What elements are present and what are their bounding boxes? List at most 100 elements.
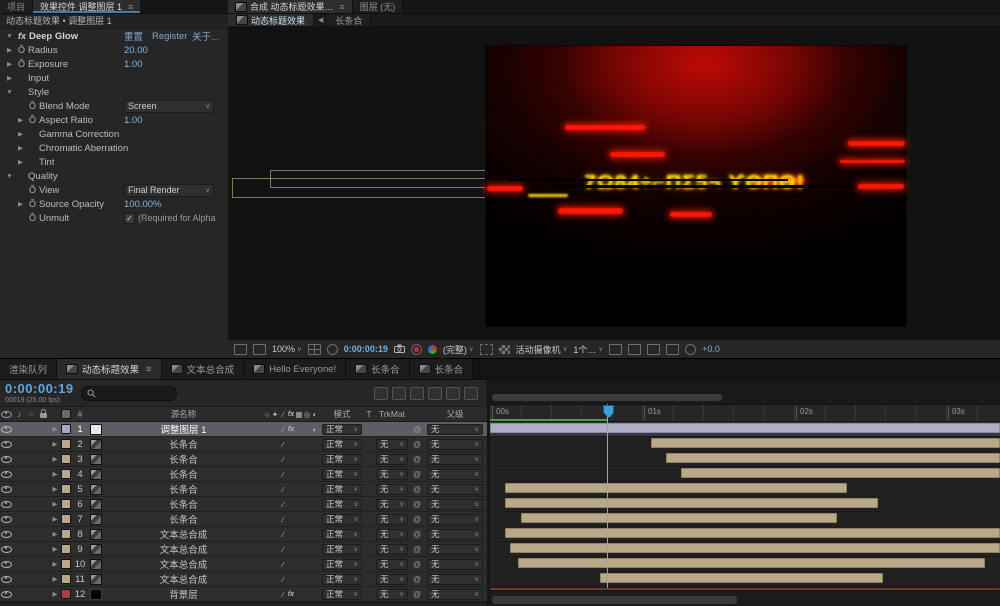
eye-icon[interactable] bbox=[1, 575, 12, 583]
lock-toggle[interactable] bbox=[37, 557, 50, 571]
label-color-swatch[interactable] bbox=[61, 484, 71, 494]
lock-toggle[interactable] bbox=[37, 422, 50, 436]
lock-toggle[interactable] bbox=[37, 452, 50, 466]
stopwatch-icon[interactable]: Ŏ bbox=[15, 45, 28, 55]
lock-toggle[interactable] bbox=[37, 587, 50, 601]
eye-icon[interactable] bbox=[1, 500, 12, 508]
layer-row[interactable]: ▶ 8 文本总合成 ∕ 正常 ∨ 无 ∨ @ 无 ∨ bbox=[0, 527, 487, 542]
layer-twirl-icon[interactable]: ▶ bbox=[50, 437, 60, 451]
layer-bar[interactable] bbox=[650, 438, 1000, 448]
solo-toggle[interactable] bbox=[25, 542, 37, 556]
visibility-cell[interactable] bbox=[0, 497, 13, 511]
timeline-tab-2[interactable]: 文本总合成 bbox=[161, 359, 245, 379]
layer-bar[interactable] bbox=[505, 528, 1000, 538]
layer-row[interactable]: ▶ 7 长条合 ∕ 正常 ∨ 无 ∨ @ 无 ∨ bbox=[0, 512, 487, 527]
layer-row[interactable]: ▶ 10 文本总合成 ∕ 正常 ∨ 无 ∨ @ 无 ∨ bbox=[0, 557, 487, 572]
label-color-swatch[interactable] bbox=[61, 469, 71, 479]
eye-icon[interactable] bbox=[1, 485, 12, 493]
audio-toggle[interactable] bbox=[13, 497, 25, 511]
layer-track[interactable] bbox=[490, 572, 1000, 587]
label-color-cell[interactable] bbox=[60, 497, 72, 511]
tab-effect-controls[interactable]: 效果控件 调整图层 1 ≡ bbox=[33, 0, 142, 13]
trkmat-dropdown[interactable]: 无 ∨ bbox=[376, 558, 408, 570]
layer-name[interactable]: 文本总合成 bbox=[104, 557, 263, 571]
label-color-swatch[interactable] bbox=[61, 514, 71, 524]
label-color-cell[interactable] bbox=[60, 452, 72, 466]
label-color-swatch[interactable] bbox=[61, 544, 71, 554]
mode-dropdown[interactable]: 正常 ∨ bbox=[322, 588, 362, 600]
preserve-transparency-cell[interactable] bbox=[365, 572, 373, 586]
timeline-tab-0[interactable]: 渲染队列 bbox=[0, 359, 58, 379]
mode-dropdown[interactable]: 正常 ∨ bbox=[322, 498, 362, 510]
solo-toggle[interactable] bbox=[25, 437, 37, 451]
pickwhip-icon[interactable]: @ bbox=[411, 497, 423, 511]
layer-name[interactable]: 长条合 bbox=[104, 482, 263, 496]
layer-name[interactable]: 长条合 bbox=[104, 467, 263, 481]
quality-toggle[interactable]: ∕ bbox=[279, 575, 287, 584]
eye-icon[interactable] bbox=[1, 545, 12, 553]
preserve-transparency-cell[interactable] bbox=[365, 422, 373, 436]
lock-toggle[interactable] bbox=[37, 572, 50, 586]
parent-dropdown[interactable]: 无 ∨ bbox=[427, 453, 483, 465]
layer-name[interactable]: 背景层 bbox=[104, 587, 263, 601]
solo-toggle[interactable] bbox=[25, 557, 37, 571]
layer-track[interactable] bbox=[490, 512, 1000, 527]
layer-track-area[interactable] bbox=[490, 422, 1000, 602]
eye-icon[interactable] bbox=[1, 470, 12, 478]
trkmat-dropdown[interactable]: 无 ∨ bbox=[376, 438, 408, 450]
scroll-thumb[interactable] bbox=[492, 394, 722, 401]
layer-name[interactable]: 文本总合成 bbox=[104, 542, 263, 556]
pickwhip-icon[interactable]: @ bbox=[411, 572, 423, 586]
pickwhip-icon[interactable]: @ bbox=[411, 452, 423, 466]
layer-name[interactable]: 长条合 bbox=[104, 497, 263, 511]
trkmat-dropdown[interactable]: 无 ∨ bbox=[376, 483, 408, 495]
label-color-swatch[interactable] bbox=[61, 439, 71, 449]
timeline-tab-3[interactable]: Hello Everyone! bbox=[244, 359, 347, 379]
pickwhip-icon[interactable]: @ bbox=[411, 422, 423, 436]
tab-project[interactable]: 项目 bbox=[0, 0, 34, 13]
reset-exposure-icon[interactable] bbox=[685, 343, 697, 355]
panel-menu-icon[interactable]: ≡ bbox=[146, 364, 152, 375]
parent-dropdown[interactable]: 无 ∨ bbox=[427, 543, 483, 555]
search-input[interactable] bbox=[98, 387, 171, 399]
pickwhip-icon[interactable]: @ bbox=[411, 557, 423, 571]
visibility-cell[interactable] bbox=[0, 482, 13, 496]
layer-row[interactable]: ▶ 9 文本总合成 ∕ 正常 ∨ 无 ∨ @ 无 ∨ bbox=[0, 542, 487, 557]
layer-twirl-icon[interactable]: ▶ bbox=[50, 452, 60, 466]
layer-bar[interactable] bbox=[681, 468, 1000, 478]
transparency-grid-icon[interactable] bbox=[498, 344, 510, 354]
twirl-icon[interactable]: ▶ bbox=[4, 46, 15, 54]
quality-toggle[interactable]: ∕ bbox=[279, 560, 287, 569]
effect-reset-link[interactable]: 重置 bbox=[124, 29, 143, 43]
twirl-icon[interactable]: ▶ bbox=[15, 130, 26, 138]
layer-row[interactable]: ▶ 4 长条合 ∕ 正常 ∨ 无 ∨ @ 无 ∨ bbox=[0, 467, 487, 482]
layer-bar[interactable] bbox=[505, 498, 878, 508]
column-source-name[interactable]: 源名称 bbox=[104, 407, 263, 421]
mode-dropdown[interactable]: 正常 ∨ bbox=[322, 483, 362, 495]
visibility-cell[interactable] bbox=[0, 452, 13, 466]
layer-name[interactable]: 文本总合成 bbox=[104, 527, 263, 541]
pickwhip-icon[interactable]: @ bbox=[411, 467, 423, 481]
lock-toggle[interactable] bbox=[37, 497, 50, 511]
adjustment-toggle[interactable]: ◐ bbox=[311, 425, 319, 434]
layer-bar[interactable] bbox=[599, 573, 883, 583]
layer-name[interactable]: 长条合 bbox=[104, 452, 263, 466]
audio-toggle[interactable] bbox=[13, 527, 25, 541]
layer-bar[interactable] bbox=[518, 558, 985, 568]
label-color-swatch[interactable] bbox=[61, 499, 71, 509]
quality-toggle[interactable]: ∕ bbox=[279, 470, 287, 479]
twirl-icon[interactable]: ▶ bbox=[4, 74, 15, 82]
preserve-transparency-cell[interactable] bbox=[365, 437, 373, 451]
quality-toggle[interactable]: ∕ bbox=[279, 500, 287, 509]
label-color-cell[interactable] bbox=[60, 587, 72, 601]
trkmat-dropdown[interactable]: 无 ∨ bbox=[376, 528, 408, 540]
mode-dropdown[interactable]: 正常 ∨ bbox=[322, 438, 362, 450]
preserve-transparency-cell[interactable] bbox=[365, 587, 373, 601]
hide-shy-icon[interactable] bbox=[410, 386, 424, 400]
layer-twirl-icon[interactable]: ▶ bbox=[50, 572, 60, 586]
label-color-swatch[interactable] bbox=[61, 424, 71, 434]
label-color-swatch[interactable] bbox=[61, 454, 71, 464]
pickwhip-icon[interactable]: @ bbox=[411, 512, 423, 526]
label-color-swatch[interactable] bbox=[61, 529, 71, 539]
solo-toggle[interactable] bbox=[25, 587, 37, 601]
